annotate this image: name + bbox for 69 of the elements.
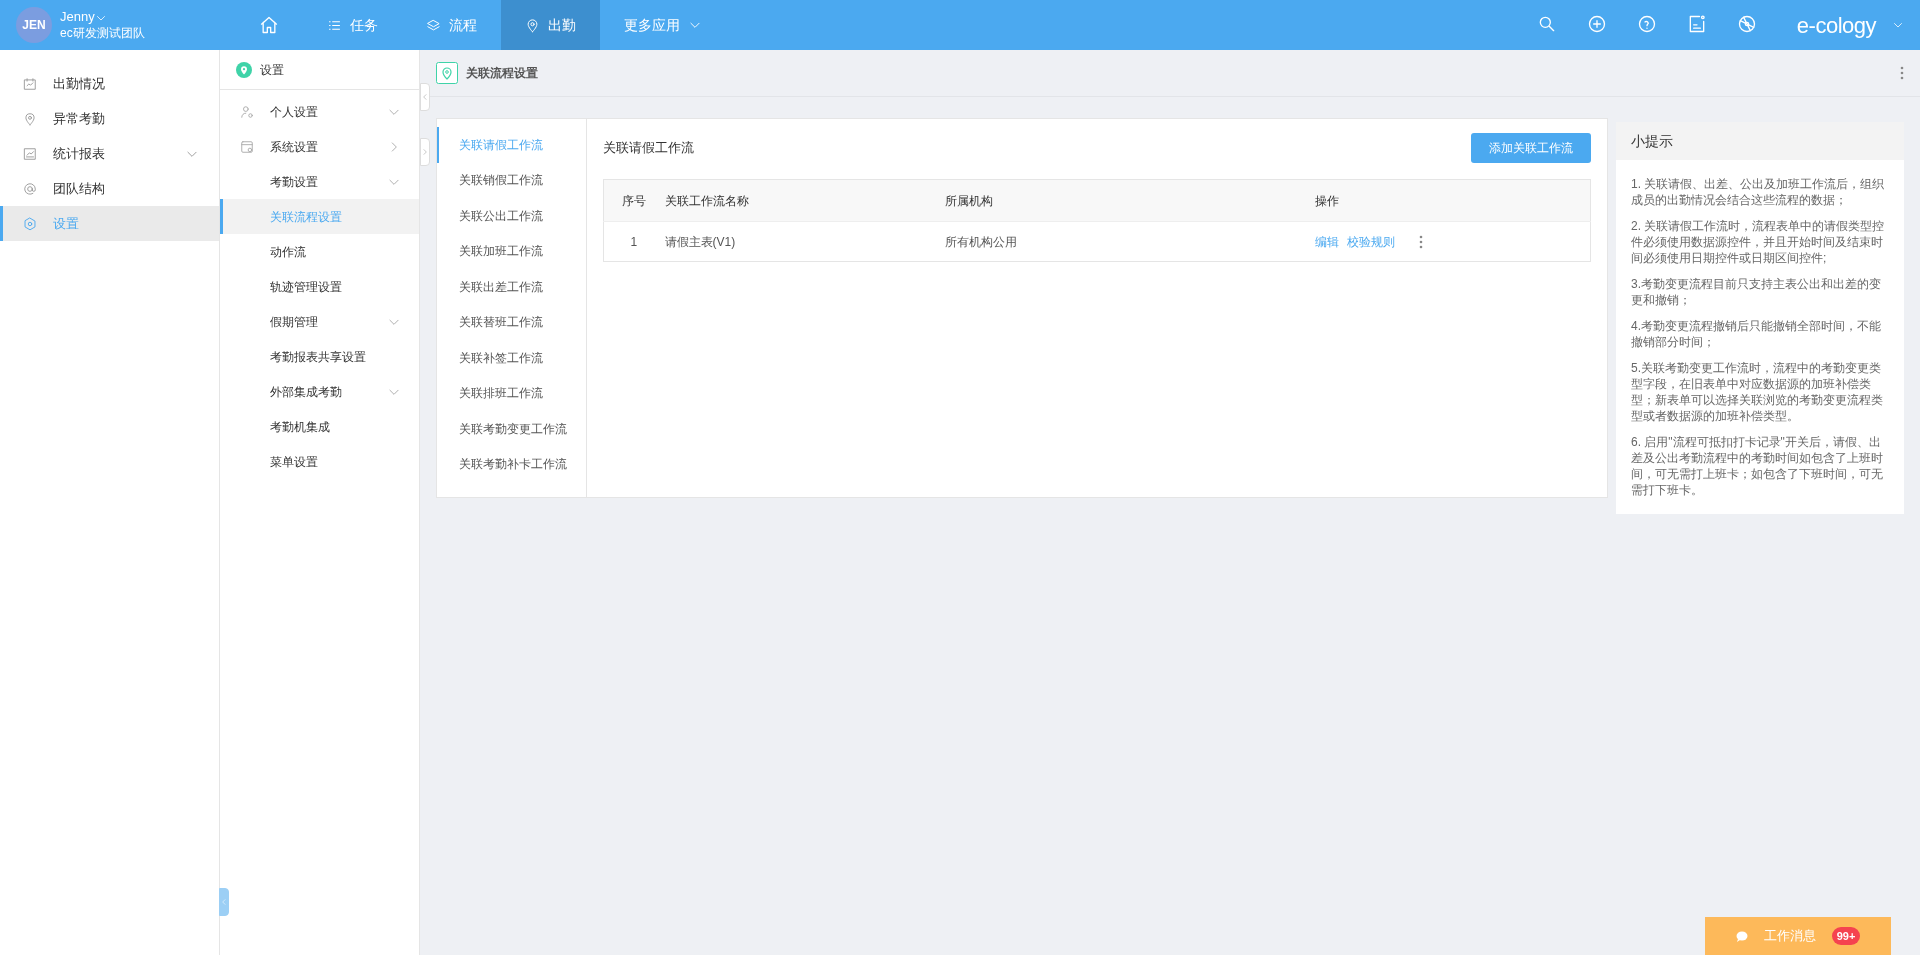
expand-handle[interactable]	[420, 138, 430, 166]
submenu-item[interactable]: 菜单设置	[220, 444, 419, 479]
submenu-title: 设置	[260, 61, 284, 79]
submenu-item[interactable]: 轨迹管理设置	[220, 269, 419, 304]
avatar: JEN	[16, 7, 52, 43]
sidebar-item[interactable]: 团队结构	[0, 171, 219, 206]
side-tab[interactable]: 关联排班工作流	[437, 375, 586, 411]
help-icon[interactable]	[1636, 14, 1657, 34]
chart-icon	[23, 146, 37, 161]
submenu-item[interactable]: 外部集成考勤	[220, 374, 419, 409]
tip-text: 1. 关联请假、出差、公出及加班工作流后，组织成员的出勤情况会结合这些流程的数据；	[1631, 176, 1886, 208]
chevron-left-icon	[220, 898, 228, 906]
more-menu-icon[interactable]	[1900, 66, 1904, 80]
chevron-left-icon	[421, 93, 429, 101]
table-cell: 请假主表(V1)	[663, 221, 944, 262]
submenu-item[interactable]: 假期管理	[220, 304, 419, 339]
tips-title: 小提示	[1631, 131, 1673, 151]
system-settings-icon	[240, 139, 254, 154]
sidebar-item[interactable]: 出勤情况	[0, 66, 219, 101]
location-pin-icon	[236, 61, 252, 78]
location-pin-icon	[436, 62, 458, 84]
side-tab[interactable]: 关联替班工作流	[437, 304, 586, 340]
home-icon	[259, 15, 279, 35]
submenu-item[interactable]: 动作流	[220, 234, 419, 269]
add-icon[interactable]	[1586, 14, 1607, 34]
table-cell: 1	[603, 221, 664, 262]
column-header: 操作	[1313, 179, 1591, 222]
submenu-item[interactable]: 个人设置	[220, 94, 419, 129]
at-sign-icon	[23, 181, 37, 196]
chat-icon	[1735, 930, 1748, 942]
unread-badge: 99+	[1831, 926, 1861, 946]
location-pin-icon	[23, 111, 37, 126]
sidebar-item[interactable]: 异常考勤	[0, 101, 219, 136]
column-header: 关联工作流名称	[663, 179, 944, 222]
column-header: 所属机构	[943, 179, 1314, 222]
brand-logo: e-cology	[1796, 11, 1876, 40]
side-tab[interactable]: 关联公出工作流	[437, 198, 586, 234]
sidebar-item[interactable]: 统计报表	[0, 136, 219, 171]
side-tab[interactable]: 关联考勤变更工作流	[437, 411, 586, 447]
tip-text: 3.考勤变更流程目前只支持主表公出和出差的变更和撤销；	[1631, 276, 1882, 308]
user-settings-icon	[240, 104, 254, 119]
side-tab[interactable]: 关联加班工作流	[437, 233, 586, 269]
message-button[interactable]: 工作消息 99+	[1705, 917, 1891, 955]
submenu-item[interactable]: 考勤报表共享设置	[220, 339, 419, 374]
tip-text: 2. 关联请假工作流时，流程表单中的请假类型控件必须使用数据源控件，并且开始时间及结束时间必须使用日期控件或日期区间控件;	[1631, 218, 1886, 266]
submenu-item[interactable]: 系统设置	[220, 129, 419, 164]
tip-text: 5.关联考勤变更工作流时，流程中的考勤变更类型字段，在旧表单中对应数据源的加班补偿类型；新表单可以选择关联浏览的考勤变更流程类型或者数据源的加班补偿类型。	[1631, 360, 1884, 424]
side-tab[interactable]: 关联出差工作流	[437, 269, 586, 305]
tip-text: 6. 启用"流程可抵扣打卡记录"开关后，请假、出差及公出考勤流程中的考勤时间如包含了上班时间，可无需打上班卡；如包含了下班时间，可无需打下班卡。	[1631, 434, 1884, 498]
page-title: 关联流程设置	[466, 65, 538, 82]
calendar-icon	[23, 76, 37, 91]
submenu-item[interactable]: 考勤设置	[220, 164, 419, 199]
tip-text: 4.考勤变更流程撤销后只能撤销全部时间，不能撤销部分时间；	[1631, 318, 1882, 350]
collapse-handle[interactable]	[420, 83, 430, 111]
side-tab[interactable]: 关联考勤补卡工作流	[437, 446, 586, 482]
location-pin-icon	[525, 17, 540, 33]
side-tab[interactable]: 关联销假工作流	[437, 162, 586, 198]
layers-icon	[426, 17, 441, 33]
panel-title: 关联请假工作流	[603, 139, 694, 158]
table-cell: 所有机构公用	[943, 221, 1314, 262]
column-header: 序号	[603, 179, 664, 222]
chevron-right-icon	[421, 148, 429, 156]
settings-icon	[23, 216, 37, 231]
collapse-handle[interactable]	[219, 888, 229, 916]
team-name: ec研发测试团队	[60, 25, 145, 41]
submenu-item[interactable]: 考勤机集成	[220, 409, 419, 444]
side-tab[interactable]: 关联补签工作流	[437, 340, 586, 376]
globe-icon[interactable]	[1736, 14, 1757, 34]
more-actions-icon[interactable]	[1418, 234, 1423, 249]
